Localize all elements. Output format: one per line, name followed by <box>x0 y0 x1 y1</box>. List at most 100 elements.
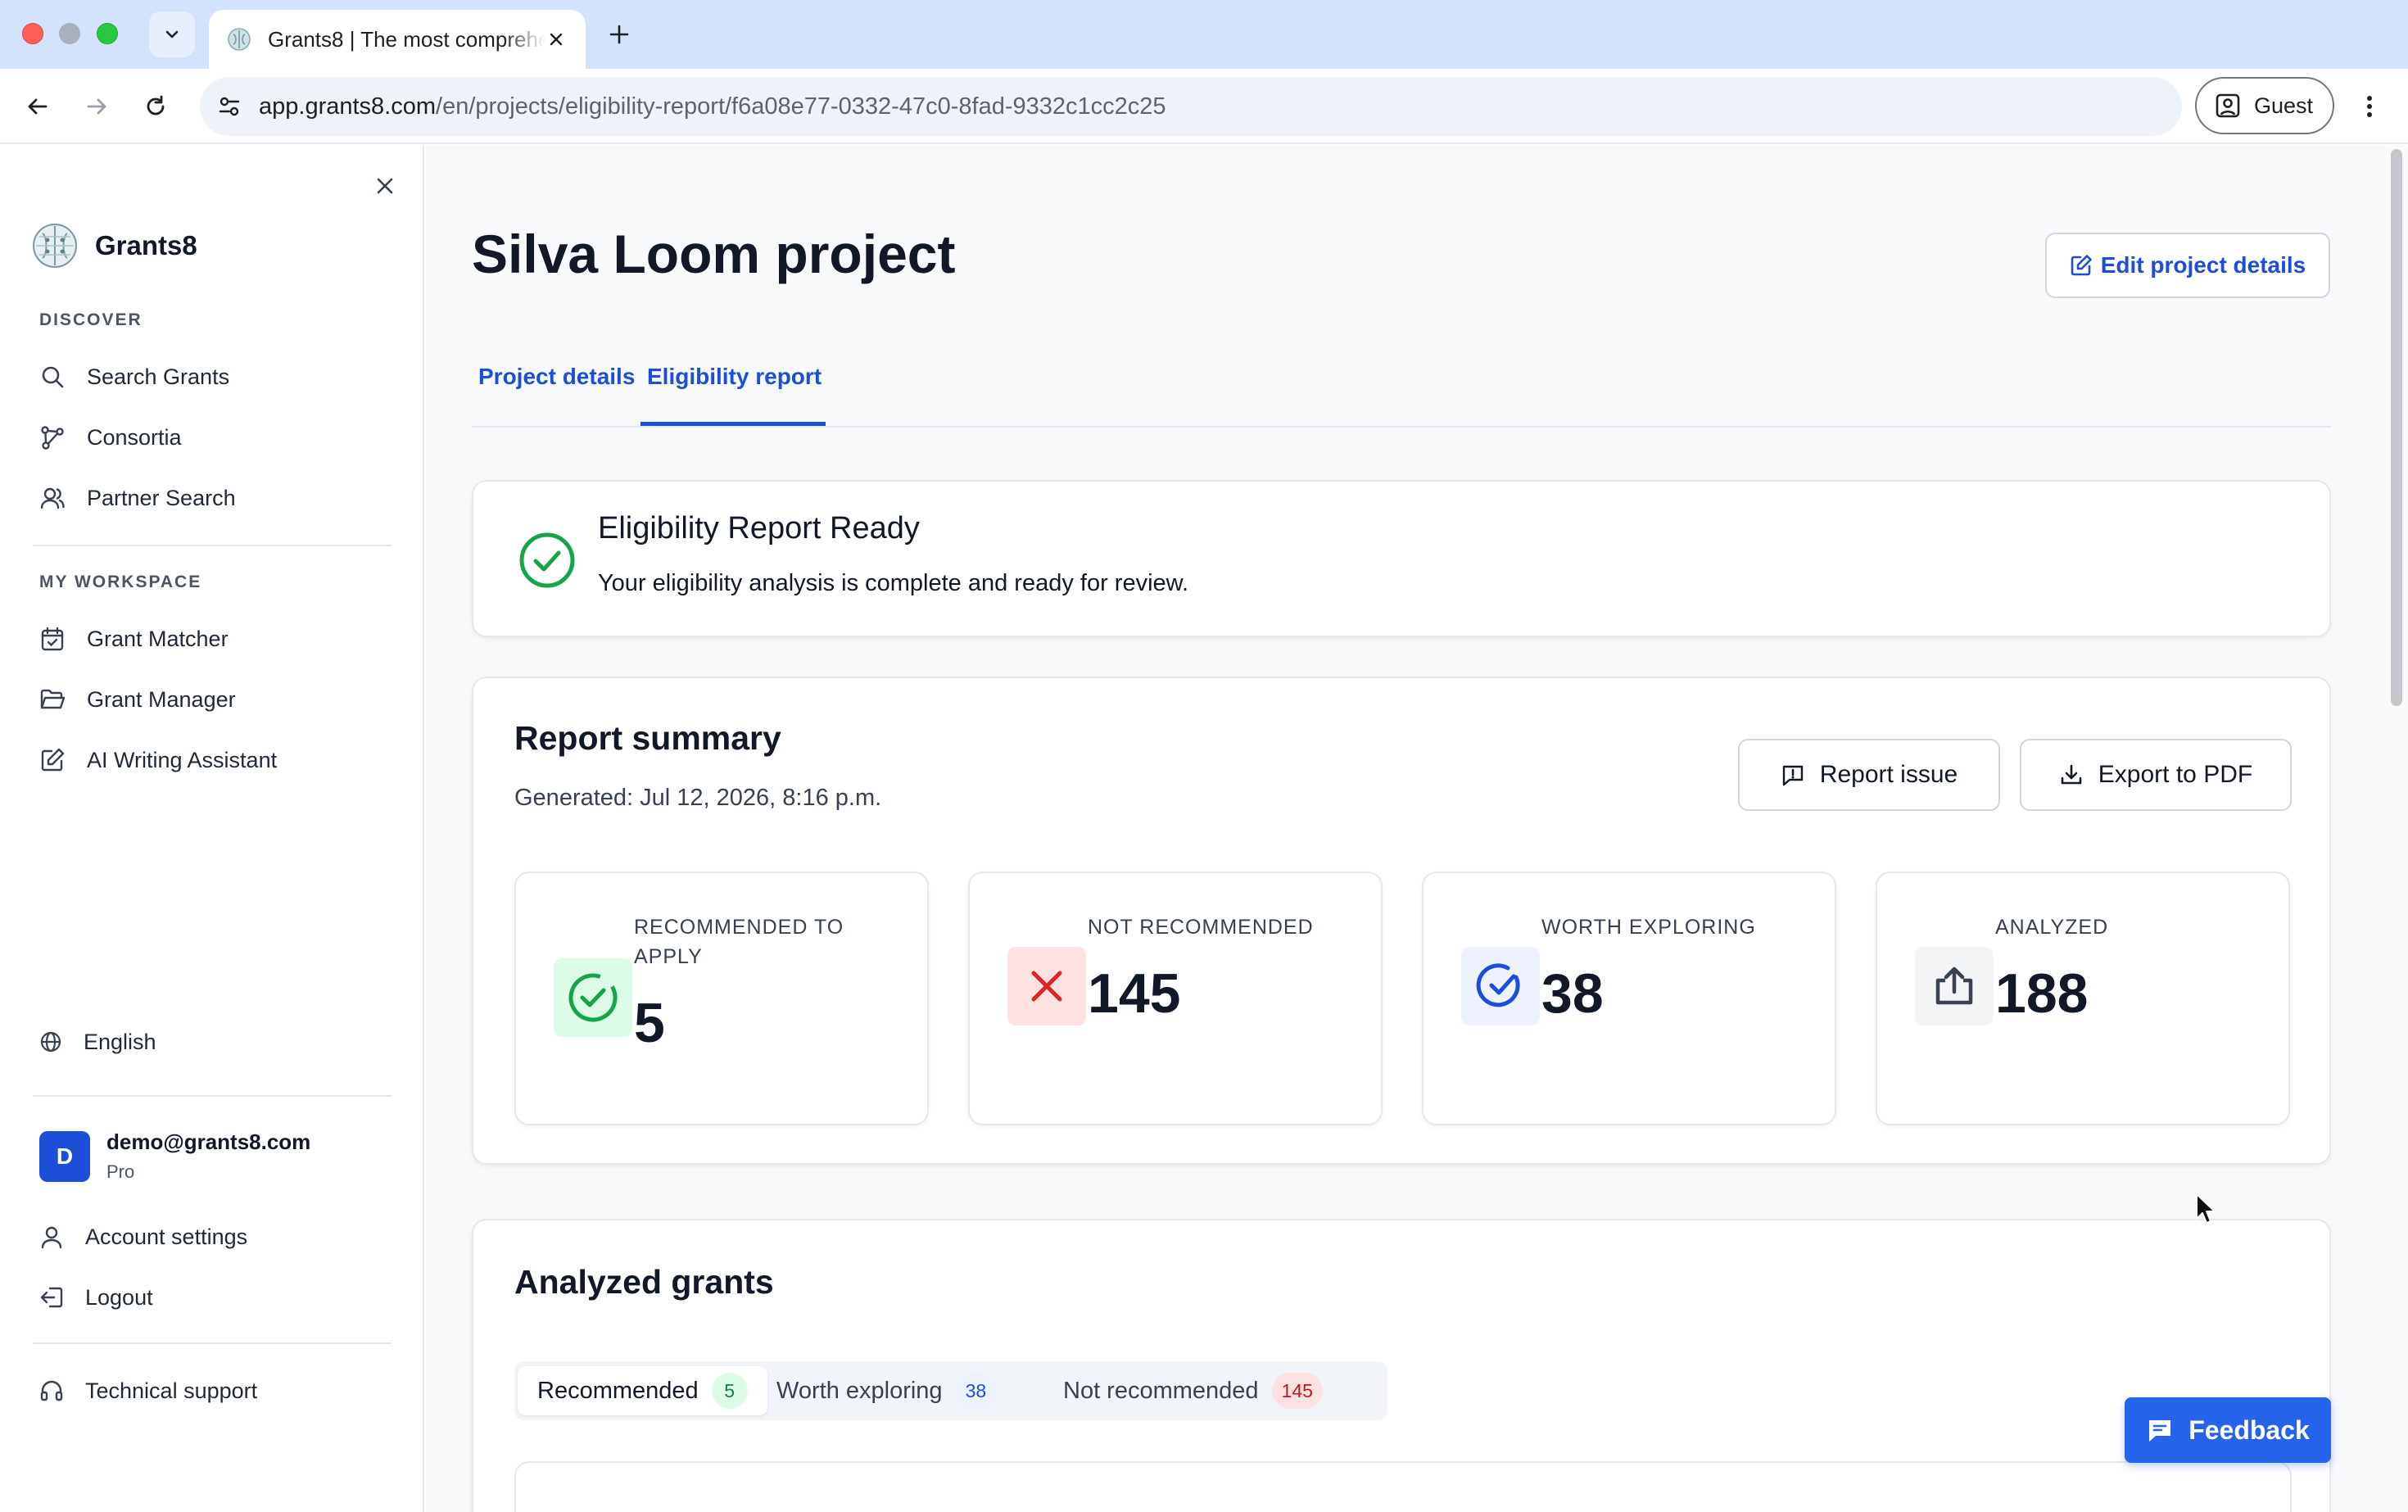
x-icon <box>1007 947 1086 1025</box>
back-button[interactable] <box>20 88 56 124</box>
browser-tab-active[interactable]: Grants8 | The most comprehensive <box>209 10 586 69</box>
profile-button[interactable]: Guest <box>2195 77 2334 134</box>
browser-menu-button[interactable] <box>2357 88 2382 124</box>
search-icon <box>42 366 64 388</box>
sidebar-item-label: Technical support <box>85 1378 258 1403</box>
check-circle-icon <box>554 958 632 1037</box>
site-info-button[interactable] <box>211 88 247 124</box>
edit-project-details-label: Edit project details <box>2100 252 2306 278</box>
grants8-logo-icon <box>33 224 77 268</box>
count-badge: 5 <box>711 1373 748 1409</box>
export-pdf-button[interactable]: Export to PDF <box>2020 739 2292 811</box>
count-badge: 38 <box>955 1373 997 1409</box>
browser-tab-bar: Grants8 | The most comprehensive <box>0 0 2408 69</box>
stat-card-recommended: RECOMMENDED TO APPLY 5 <box>514 871 929 1125</box>
grant-list-card <box>514 1461 2292 1512</box>
sidebar-item-label: Grant Matcher <box>87 626 229 651</box>
filter-label: Worth exploring <box>776 1377 943 1404</box>
reload-button[interactable] <box>138 88 174 124</box>
forward-button[interactable] <box>79 88 115 124</box>
sidebar-item-logout[interactable]: Logout <box>33 1274 393 1321</box>
stat-card-not-recommended: NOT RECOMMENDED 145 <box>968 871 1383 1125</box>
sidebar-divider <box>33 545 392 546</box>
sidebar-item-label: Search Grants <box>87 364 230 389</box>
arrow-left-icon <box>28 98 48 115</box>
ready-text: Your eligibility analysis is complete an… <box>598 570 1189 596</box>
stat-value: 145 <box>1088 962 1181 1025</box>
upload-box-icon <box>1915 947 1994 1025</box>
sidebar-item-label: Consortia <box>87 424 182 450</box>
new-tab-button[interactable] <box>604 20 634 49</box>
download-icon <box>2061 764 2082 785</box>
window-minimize-button[interactable] <box>59 23 80 44</box>
sidebar-item-grant-matcher[interactable]: Grant Matcher <box>33 615 393 663</box>
tab-eligibility-report[interactable]: Eligibility report <box>647 364 822 390</box>
discover-section-label: DISCOVER <box>39 310 143 329</box>
stat-value: 38 <box>1541 962 1604 1025</box>
edit-project-details-button[interactable]: Edit project details <box>2045 233 2330 298</box>
tune-icon <box>219 97 240 116</box>
filter-tab-recommended[interactable]: Recommended 5 <box>518 1366 767 1415</box>
language-label: English <box>84 1029 156 1054</box>
network-icon <box>41 426 64 450</box>
export-pdf-label: Export to PDF <box>2098 761 2253 788</box>
circle-check-partial-icon <box>1461 947 1540 1025</box>
count-badge: 145 <box>1271 1373 1323 1409</box>
sidebar: Grants8 DISCOVER Search Grants Consortia… <box>0 145 424 1512</box>
edit-icon <box>2071 255 2092 276</box>
ready-title: Eligibility Report Ready <box>598 511 920 545</box>
report-ready-banner: Eligibility Report Ready Your eligibilit… <box>472 480 2331 637</box>
stat-label: RECOMMENDED TO APPLY <box>634 916 844 968</box>
sidebar-item-ai-writing-assistant[interactable]: AI Writing Assistant <box>33 736 393 784</box>
sidebar-item-grant-manager[interactable]: Grant Manager <box>33 676 393 723</box>
sidebar-item-technical-support[interactable]: Technical support <box>33 1367 393 1415</box>
edit-icon <box>41 748 65 772</box>
brand[interactable]: Grants8 <box>31 222 197 269</box>
filter-tab-worth-exploring[interactable]: Worth exploring 38 <box>757 1366 1016 1415</box>
filter-label: Recommended <box>537 1377 699 1404</box>
sidebar-item-account-settings[interactable]: Account settings <box>33 1213 393 1261</box>
tabs-divider <box>472 426 2331 428</box>
generated-timestamp: Generated: Jul 12, 2026, 8:16 p.m. <box>514 785 882 811</box>
sidebar-item-search-grants[interactable]: Search Grants <box>33 353 393 401</box>
stat-label: NOT RECOMMENDED <box>1088 916 1314 939</box>
stat-label: WORTH EXPLORING <box>1541 916 1756 939</box>
sidebar-item-label: Logout <box>85 1284 153 1310</box>
user-profile[interactable]: D demo@grants8.com Pro <box>39 1129 310 1183</box>
user-email: demo@grants8.com <box>106 1129 311 1154</box>
sidebar-item-label: AI Writing Assistant <box>87 747 278 772</box>
sidebar-item-label: Grant Manager <box>87 686 236 712</box>
grants8-favicon-icon <box>228 28 251 51</box>
tab-search-button[interactable] <box>149 11 195 57</box>
window-maximize-button[interactable] <box>97 23 118 44</box>
filter-label: Not recommended <box>1063 1377 1259 1404</box>
address-bar[interactable]: app.grants8.com/en/projects/eligibility-… <box>200 77 2182 136</box>
mouse-cursor-icon <box>2196 1193 2216 1224</box>
headset-icon <box>40 1380 63 1401</box>
stat-label: ANALYZED <box>1995 916 2109 939</box>
url-path: /en/projects/eligibility-report/f6a08e77… <box>436 93 1166 120</box>
language-selector[interactable]: English <box>33 1018 393 1066</box>
sidebar-divider <box>33 1095 392 1097</box>
stat-card-worth-exploring: WORTH EXPLORING 38 <box>1422 871 1836 1125</box>
tab-project-details[interactable]: Project details <box>478 364 635 390</box>
scrollbar-thumb[interactable] <box>2391 149 2402 706</box>
feedback-button[interactable]: Feedback <box>2125 1397 2331 1463</box>
plus-icon <box>609 25 629 44</box>
sidebar-close-button[interactable] <box>369 170 401 202</box>
message-alert-icon <box>1782 765 1803 786</box>
workspace-section-label: MY WORKSPACE <box>39 573 202 591</box>
folder-open-icon <box>40 689 66 709</box>
close-icon <box>550 33 563 46</box>
filter-tab-not-recommended[interactable]: Not recommended 145 <box>1043 1366 1342 1415</box>
report-issue-button[interactable]: Report issue <box>1738 739 2000 811</box>
url-host: app.grants8.com <box>259 93 437 120</box>
sidebar-item-consortia[interactable]: Consortia <box>33 414 393 461</box>
tab-title: Grants8 | The most comprehensive <box>268 26 545 52</box>
users-icon <box>40 487 65 509</box>
profile-label: Guest <box>2254 93 2314 118</box>
tab-close-button[interactable] <box>545 28 568 51</box>
check-circle-icon <box>519 532 575 588</box>
sidebar-item-partner-search[interactable]: Partner Search <box>33 474 393 522</box>
window-close-button[interactable] <box>22 23 43 44</box>
